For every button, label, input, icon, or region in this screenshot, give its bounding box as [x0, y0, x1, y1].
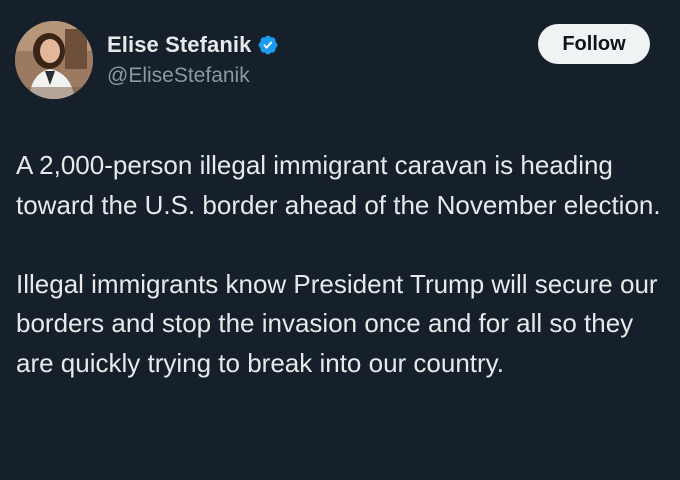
- tweet-card: Elise Stefanik @EliseStefanik Follow A 2…: [0, 0, 680, 480]
- avatar[interactable]: [15, 21, 93, 99]
- avatar-image: [15, 21, 93, 99]
- verified-badge-icon: [257, 34, 279, 56]
- tweet-paragraph-1: A 2,000-person illegal immigrant caravan…: [16, 150, 661, 220]
- author-display-name[interactable]: Elise Stefanik: [107, 32, 251, 58]
- tweet-paragraph-2: Illegal immigrants know President Trump …: [16, 268, 658, 378]
- author-handle[interactable]: @EliseStefanik: [107, 64, 250, 88]
- follow-button[interactable]: Follow: [538, 24, 650, 64]
- tweet-text: A 2,000-person illegal immigrant caravan…: [16, 146, 666, 423]
- author-name-row[interactable]: Elise Stefanik: [107, 32, 279, 58]
